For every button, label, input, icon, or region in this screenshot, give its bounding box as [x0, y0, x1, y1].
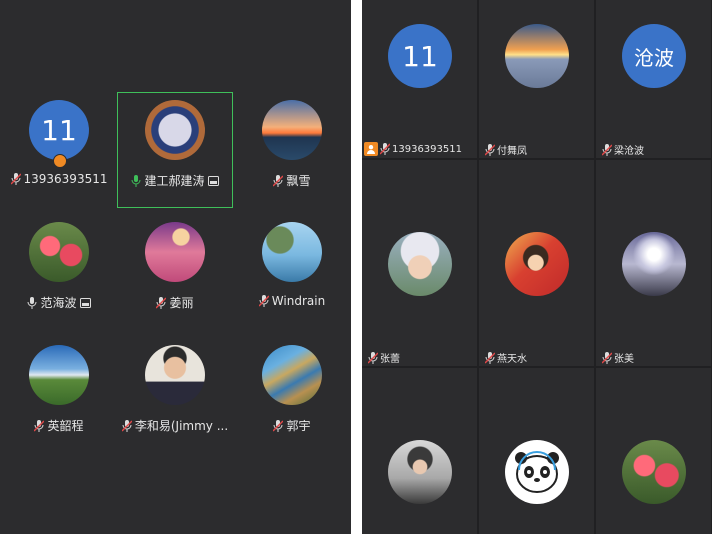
avatar [29, 222, 89, 282]
participant-name: 英韶程 [47, 419, 84, 433]
avatar [505, 440, 569, 504]
avatar: 沧波 [622, 24, 686, 88]
participant-tile[interactable] [596, 368, 711, 534]
divider [351, 0, 362, 534]
participant-name: 张美 [614, 354, 634, 365]
mic-muted-icon [273, 174, 284, 187]
participant-name: 梁沧波 [614, 146, 644, 157]
avatar [262, 222, 322, 282]
avatar [388, 440, 452, 504]
avatar [29, 345, 89, 405]
avatar: 11 [388, 24, 452, 88]
participant-name: 李和易(Jimmy ... [134, 419, 229, 433]
avatar: 11 [29, 100, 89, 160]
avatar [145, 100, 205, 160]
avatar [145, 345, 205, 405]
mic-muted-icon [485, 351, 495, 364]
participant-tile[interactable]: 付舞凤 [479, 0, 594, 158]
mic-muted-icon [368, 351, 378, 364]
avatar [262, 345, 322, 405]
participant-name: 建工郝建涛 [144, 174, 205, 188]
avatar [505, 232, 569, 296]
participant-tile[interactable]: 姜丽 [117, 214, 233, 332]
participant-tile[interactable]: 沧波 梁沧波 [596, 0, 711, 158]
screen-share-icon [79, 297, 91, 308]
participant-name: 13936393511 [23, 172, 108, 186]
mic-muted-icon [273, 419, 284, 432]
panda-mascot-icon [515, 451, 559, 493]
left-participant-grid: 11 13936393511 建工郝建涛 飘雪 范海波 姜丽 Windrain … [0, 0, 351, 534]
participant-name: 13936393511 [392, 143, 462, 155]
avatar [388, 232, 452, 296]
participant-tile-active-speaker[interactable]: 建工郝建涛 [117, 92, 233, 208]
mic-muted-icon [34, 419, 45, 432]
participant-tile[interactable]: 李和易(Jimmy ... [117, 337, 233, 455]
mic-muted-icon [258, 295, 269, 307]
participant-tile[interactable]: 燕天水 [479, 160, 594, 366]
mic-muted-icon [156, 296, 167, 309]
participant-tile[interactable]: 郭宇 [234, 337, 350, 455]
participant-tile[interactable]: 11 13936393511 [1, 92, 117, 210]
participant-tile[interactable]: 飘雪 [234, 92, 350, 210]
mic-muted-icon [485, 143, 495, 156]
mic-muted-icon [602, 351, 612, 364]
avatar [505, 24, 569, 88]
participant-tile[interactable]: 11 13936393511 [362, 0, 477, 158]
participant-name: Windrain [271, 294, 326, 308]
mic-muted-icon [121, 419, 132, 432]
host-badge-icon [53, 154, 67, 168]
participant-tile[interactable] [362, 368, 477, 534]
participant-tile[interactable]: 英韶程 [1, 337, 117, 455]
mic-muted-icon [602, 143, 612, 156]
participant-name: 郭宇 [286, 419, 311, 433]
avatar [145, 222, 205, 282]
participant-name: 姜丽 [169, 296, 194, 310]
screen-share-icon [207, 175, 219, 186]
mic-active-icon [131, 174, 141, 187]
participant-tile[interactable] [479, 368, 594, 534]
participant-name: 范海波 [40, 296, 77, 310]
participant-tile[interactable]: 范海波 [1, 214, 117, 332]
participant-tile[interactable]: 张美 [596, 160, 711, 366]
mic-muted-icon [10, 173, 21, 185]
participant-name: 付舞凤 [497, 146, 527, 157]
participant-name: 张蕾 [380, 354, 400, 365]
participant-tile[interactable]: 张蕾 [362, 160, 477, 366]
mic-icon [27, 296, 37, 309]
participant-tile[interactable]: Windrain [234, 214, 350, 332]
participant-name: 飘雪 [286, 174, 311, 188]
host-badge-icon [364, 142, 378, 156]
avatar [622, 440, 686, 504]
mic-muted-icon [380, 143, 390, 155]
participant-name: 燕天水 [497, 354, 527, 365]
avatar [262, 100, 322, 160]
avatar [622, 232, 686, 296]
right-participant-grid: 11 13936393511 付舞凤 沧波 梁沧波 张蕾 燕天水 张美 [362, 0, 712, 534]
